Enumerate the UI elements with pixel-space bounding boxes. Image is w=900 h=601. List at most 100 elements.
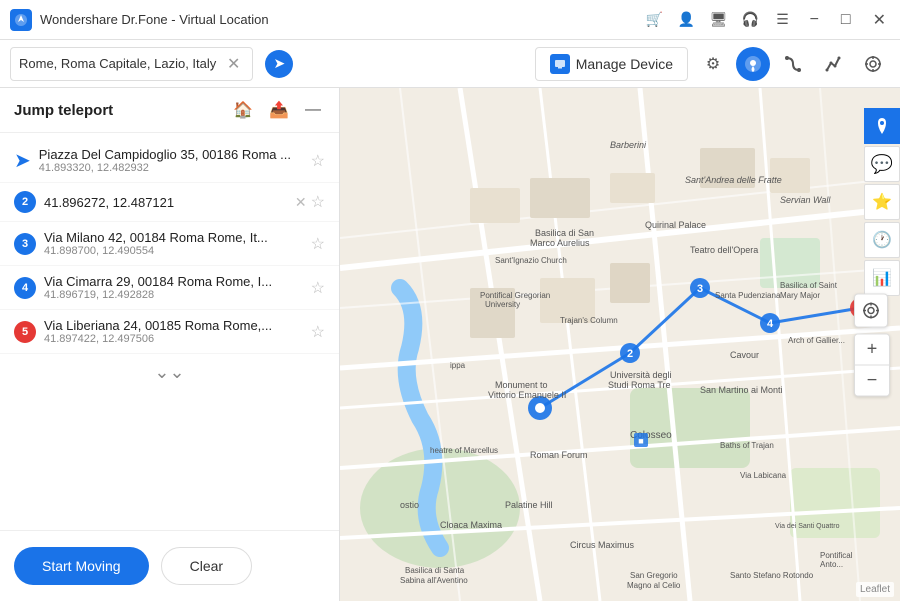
svg-text:Via dei Santi Quattro: Via dei Santi Quattro	[775, 523, 840, 530]
sidebar-title: Jump teleport	[14, 102, 229, 119]
search-go-button[interactable]: ➤	[265, 50, 293, 78]
toolbar-right-icons: ⚙	[696, 47, 890, 81]
chevron-down-icon: ⌄	[154, 362, 169, 382]
close-button[interactable]: ✕	[869, 10, 890, 30]
location-button[interactable]	[736, 47, 770, 81]
location-list: ➤ Piazza Del Campidoglio 35, 00186 Roma …	[0, 133, 339, 530]
manage-device-button[interactable]: Manage Device	[535, 47, 688, 81]
svg-text:Studi Roma Tre: Studi Roma Tre	[608, 380, 671, 390]
search-input[interactable]: Rome, Roma Capitale, Lazio, Italy	[19, 56, 223, 71]
sidebar-export-button[interactable]: 📤	[265, 98, 293, 122]
clear-button[interactable]: Clear	[161, 547, 252, 585]
svg-text:Via Labicana: Via Labicana	[740, 471, 787, 480]
location-number-icon: 5	[14, 321, 36, 343]
svg-text:Basilica di Santa: Basilica di Santa	[405, 566, 465, 575]
location-number-icon: 3	[14, 233, 36, 255]
favorite-icon[interactable]: ☆	[311, 151, 325, 171]
app-title: Wondershare Dr.Fone - Virtual Location	[40, 12, 646, 27]
maps-ext-button[interactable]	[864, 108, 900, 144]
location-name: Via Cimarra 29, 00184 Roma Rome, I...	[44, 274, 303, 289]
list-item[interactable]: 2 41.896272, 12.487121 ✕ ☆	[0, 183, 339, 222]
menu-icon[interactable]: ☰	[774, 11, 792, 29]
zoom-in-button[interactable]: +	[855, 334, 889, 364]
svg-text:Palatine Hill: Palatine Hill	[505, 500, 553, 510]
svg-text:Monument to: Monument to	[495, 380, 548, 390]
favorite-icon[interactable]: ☆	[311, 322, 325, 342]
location-coords: 41.896719, 12.492828	[44, 289, 303, 301]
svg-text:Teatro dell'Opera: Teatro dell'Opera	[690, 245, 758, 255]
map-container[interactable]: 2 3 4 5 Sant'Andrea delle Fratte Barberi…	[340, 88, 900, 601]
list-item[interactable]: 4 Via Cimarra 29, 00184 Roma Rome, I... …	[0, 266, 339, 310]
svg-text:Sant'Andrea delle Fratte: Sant'Andrea delle Fratte	[685, 175, 782, 185]
svg-text:Magno al Celio: Magno al Celio	[627, 581, 681, 590]
expand-more-button[interactable]: ⌄⌄	[0, 354, 339, 391]
svg-text:3: 3	[697, 283, 703, 295]
zoom-controls: + −	[854, 333, 890, 396]
sidebar: Jump teleport 🏠 📤 — ➤ Piazza Del Campido…	[0, 88, 340, 601]
svg-text:Servian Wall: Servian Wall	[780, 195, 831, 205]
sidebar-collapse-button[interactable]: —	[301, 99, 325, 121]
search-bar: Rome, Roma Capitale, Lazio, Italy ✕	[10, 47, 253, 81]
map-right-toolbar: + −	[854, 293, 890, 396]
location-name: Via Milano 42, 00184 Roma Rome, It...	[44, 230, 303, 245]
headset-icon[interactable]: 🎧	[742, 11, 760, 29]
favorite-icon[interactable]: ☆	[311, 192, 325, 212]
svg-text:4: 4	[767, 318, 774, 330]
location-info: Via Milano 42, 00184 Roma Rome, It... 41…	[44, 230, 303, 257]
map-target-button[interactable]	[854, 293, 888, 327]
svg-text:Quirinal Palace: Quirinal Palace	[645, 220, 706, 230]
search-clear-icon[interactable]: ✕	[223, 54, 244, 74]
svg-text:Sant'Ignazio Church: Sant'Ignazio Church	[495, 256, 567, 265]
display-icon[interactable]: 🖥	[710, 11, 728, 29]
cart-icon[interactable]: 🛒	[646, 11, 664, 29]
title-bar-icons: 🛒 👤 🖥 🎧 ☰ − □ ✕	[646, 10, 890, 30]
location-info: Piazza Del Campidoglio 35, 00186 Roma ..…	[39, 147, 303, 174]
sidebar-home-button[interactable]: 🏠	[229, 98, 257, 122]
leaflet-badge: Leaflet	[856, 582, 894, 597]
svg-text:Marco Aurelius: Marco Aurelius	[530, 238, 590, 248]
svg-text:Santa Pudenziana: Santa Pudenziana	[715, 291, 781, 300]
list-item[interactable]: 3 Via Milano 42, 00184 Roma Rome, It... …	[0, 222, 339, 266]
star-ext-button[interactable]: ⭐	[864, 184, 900, 220]
minimize-button[interactable]: −	[806, 11, 823, 29]
svg-text:Basilica of Saint: Basilica of Saint	[780, 281, 838, 290]
favorite-icon[interactable]: ☆	[311, 234, 325, 254]
svg-text:Roman Forum: Roman Forum	[530, 450, 588, 460]
remove-icon[interactable]: ✕	[295, 194, 307, 211]
svg-text:Cloaca Maxima: Cloaca Maxima	[440, 520, 502, 530]
chevron-down-icon-2: ⌄	[170, 362, 185, 382]
maximize-button[interactable]: □	[837, 11, 855, 29]
location-coords: 41.893320, 12.482932	[39, 162, 303, 174]
map-svg: 2 3 4 5 Sant'Andrea delle Fratte Barberi…	[340, 88, 900, 601]
location-info: 41.896272, 12.487121	[44, 195, 287, 210]
path-button[interactable]	[816, 47, 850, 81]
location-info: Via Cimarra 29, 00184 Roma Rome, I... 41…	[44, 274, 303, 301]
location-number-icon: 2	[14, 191, 36, 213]
svg-text:Colosseo: Colosseo	[630, 430, 672, 441]
zoom-out-button[interactable]: −	[855, 365, 889, 395]
svg-text:ostio: ostio	[400, 500, 419, 510]
svg-text:Circus Maximus: Circus Maximus	[570, 540, 635, 550]
favorite-icon[interactable]: ☆	[311, 278, 325, 298]
location-name: Via Liberiana 24, 00185 Roma Rome,...	[44, 318, 303, 333]
svg-text:Sabina all'Aventino: Sabina all'Aventino	[400, 576, 468, 585]
route-button[interactable]	[776, 47, 810, 81]
svg-text:Pontifical Gregorian: Pontifical Gregorian	[480, 291, 550, 300]
location-info: Via Liberiana 24, 00185 Roma Rome,... 41…	[44, 318, 303, 345]
location-coords: 41.897422, 12.497506	[44, 333, 303, 345]
svg-text:Basilica di San: Basilica di San	[535, 228, 594, 238]
discord-button[interactable]: 💬	[864, 146, 900, 182]
chart-button[interactable]: 📊	[864, 260, 900, 296]
user-icon[interactable]: 👤	[678, 11, 696, 29]
location-number-icon: 4	[14, 277, 36, 299]
svg-text:Arch of Gallier...: Arch of Gallier...	[788, 336, 845, 345]
list-item[interactable]: 5 Via Liberiana 24, 00185 Roma Rome,... …	[0, 310, 339, 354]
list-item[interactable]: ➤ Piazza Del Campidoglio 35, 00186 Roma …	[0, 139, 339, 183]
start-moving-button[interactable]: Start Moving	[14, 547, 149, 585]
settings-button[interactable]: ⚙	[696, 47, 730, 81]
target-button[interactable]	[856, 47, 890, 81]
app-logo	[10, 9, 32, 31]
clock-button[interactable]: 🕐	[864, 222, 900, 258]
svg-text:Barberini: Barberini	[610, 140, 647, 150]
svg-text:Mary Major: Mary Major	[780, 291, 820, 300]
